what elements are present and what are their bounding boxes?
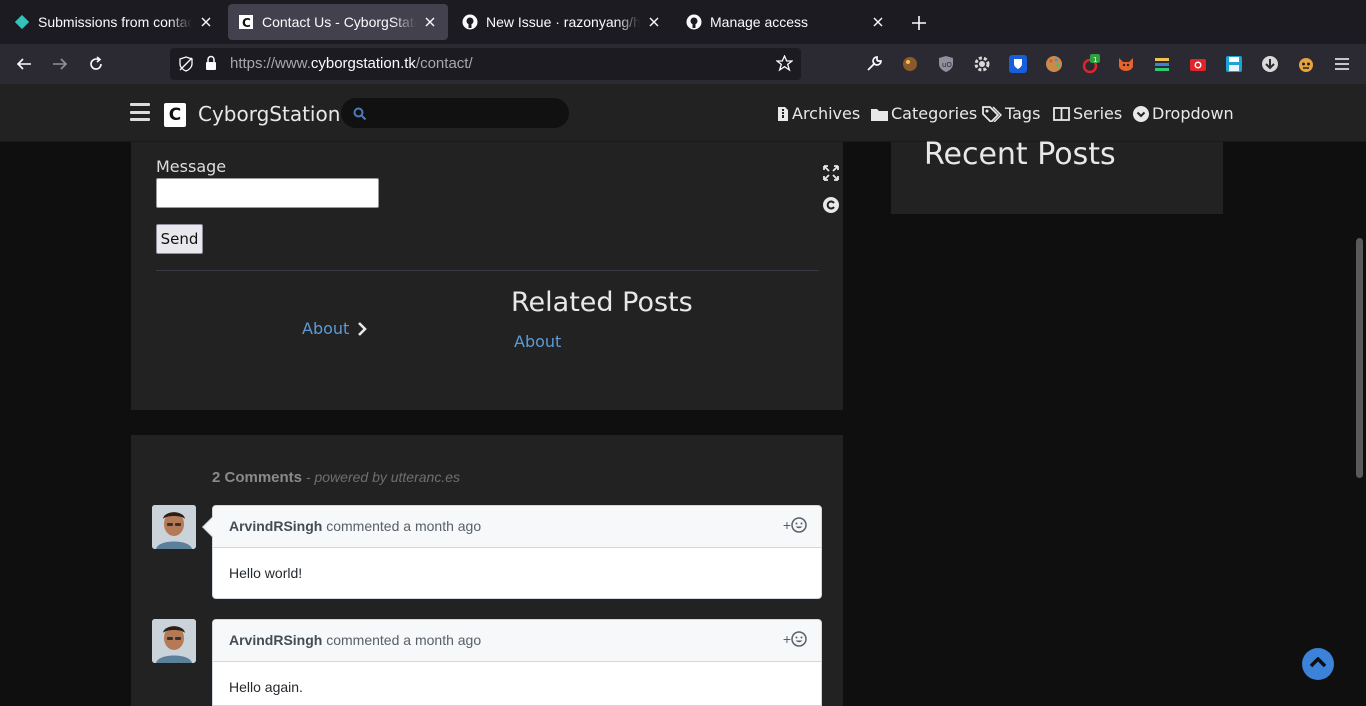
screenshot-camera-icon[interactable] — [1188, 54, 1208, 74]
site-header: C CyborgStation Archives Categories Tags… — [0, 84, 1366, 142]
nav-categories[interactable]: Categories — [871, 104, 977, 123]
stack-extension-icon[interactable] — [1152, 54, 1172, 74]
next-post-link[interactable]: About — [302, 319, 369, 338]
svg-text:C: C — [242, 16, 251, 29]
browser-tab-strip: Submissions from contact C Contact Us - … — [0, 0, 1366, 44]
gear-extension-icon[interactable] — [972, 54, 992, 74]
back-button[interactable] — [14, 54, 34, 74]
nav-archives[interactable]: Archives — [777, 104, 860, 123]
add-reaction-button[interactable]: + — [783, 631, 807, 647]
refresh-circle-icon[interactable] — [822, 196, 840, 214]
browser-toolbar: https://www.cyborgstation.tk/contact/ uO… — [0, 44, 1366, 84]
cyborgstation-favicon: C — [238, 14, 254, 30]
related-post-link[interactable]: About — [514, 332, 561, 351]
add-reaction-button[interactable]: + — [783, 517, 807, 533]
netlify-icon — [14, 14, 30, 30]
tab-contact-us[interactable]: C Contact Us - CyborgStation — [228, 4, 448, 40]
ublock-origin-icon[interactable]: uO — [936, 54, 956, 74]
folder-icon — [871, 108, 888, 121]
tampermonkey-icon[interactable] — [1296, 54, 1316, 74]
extension-bird-icon[interactable] — [900, 54, 920, 74]
comment-header: ArvindRSingh commented a month ago + — [213, 506, 821, 548]
close-tab-icon[interactable] — [422, 14, 438, 30]
comment-time[interactable]: a month ago — [403, 632, 481, 648]
send-button[interactable]: Send — [156, 224, 203, 254]
scrollbar-thumb[interactable] — [1356, 238, 1363, 478]
tab-manage-access[interactable]: Manage access — [676, 4, 896, 40]
related-posts-title: Related Posts — [511, 287, 693, 318]
github-icon — [462, 14, 478, 30]
book-icon — [1053, 106, 1070, 121]
comment-body: Hello world! — [229, 565, 303, 581]
close-tab-icon[interactable] — [198, 14, 214, 30]
comment-header: ArvindRSingh commented a month ago + — [213, 620, 821, 662]
fox-extension-icon[interactable] — [1116, 54, 1136, 74]
bookmark-star-icon[interactable] — [775, 54, 794, 76]
new-tab-button[interactable] — [908, 12, 930, 34]
expand-icon[interactable] — [822, 164, 840, 182]
section-divider — [156, 270, 819, 271]
close-tab-icon[interactable] — [646, 14, 662, 30]
comment-author[interactable]: ArvindRSingh — [229, 632, 322, 648]
nav-tags[interactable]: Tags — [982, 104, 1040, 123]
chevron-right-icon — [358, 321, 368, 336]
message-field[interactable] — [156, 178, 379, 208]
back-to-top-button[interactable] — [1302, 648, 1334, 680]
site-brand[interactable]: CyborgStation — [198, 102, 340, 126]
avatar[interactable] — [152, 505, 196, 549]
comment-time[interactable]: a month ago — [403, 518, 481, 534]
recent-posts-title: Recent Posts — [924, 137, 1116, 172]
svg-text:uO: uO — [942, 61, 952, 69]
download-extension-icon[interactable] — [1260, 54, 1280, 74]
nav-series[interactable]: Series — [1053, 104, 1122, 123]
sidebar-toggle-icon[interactable] — [130, 103, 150, 121]
reload-button[interactable] — [86, 54, 106, 74]
message-label: Message — [156, 157, 227, 176]
comment: ArvindRSingh commented a month ago + Hel… — [202, 505, 822, 599]
wrench-icon[interactable] — [864, 54, 884, 74]
forward-button[interactable] — [50, 54, 70, 74]
chevron-up-icon — [1309, 657, 1327, 668]
search-input[interactable] — [341, 98, 569, 128]
comments-count: 2 Comments - powered by utteranc.es — [212, 469, 461, 486]
avatar[interactable] — [152, 619, 196, 663]
site-logo[interactable]: C — [164, 103, 186, 127]
comment-author[interactable]: ArvindRSingh — [229, 518, 322, 534]
svg-text:1: 1 — [1093, 56, 1097, 64]
notification-extension-icon[interactable]: 1 — [1080, 54, 1100, 74]
bitwarden-icon[interactable] — [1008, 54, 1028, 74]
save-floppy-icon[interactable] — [1224, 54, 1244, 74]
app-menu-icon[interactable] — [1332, 54, 1352, 74]
tags-icon — [982, 105, 1002, 122]
url-text: https://www.cyborgstation.tk/contact/ — [230, 55, 473, 72]
tracking-protection-icon[interactable] — [178, 56, 194, 76]
nav-dropdown[interactable]: Dropdown — [1133, 104, 1234, 123]
tab-new-issue[interactable]: New Issue · razonyang/hu — [452, 4, 672, 40]
close-tab-icon[interactable] — [870, 14, 886, 30]
url-bar[interactable]: https://www.cyborgstation.tk/contact/ — [170, 48, 801, 80]
lock-icon[interactable] — [204, 55, 218, 75]
comment: ArvindRSingh commented a month ago + Hel… — [212, 619, 822, 706]
search-icon — [353, 106, 367, 125]
smiley-icon — [791, 631, 807, 647]
github-icon — [686, 14, 702, 30]
palette-icon[interactable] — [1044, 54, 1064, 74]
chevron-circle-icon — [1133, 105, 1149, 122]
smiley-icon — [791, 517, 807, 533]
tab-submissions[interactable]: Submissions from contact — [4, 4, 224, 40]
file-zip-icon — [778, 106, 788, 121]
comment-body: Hello again. — [229, 679, 303, 695]
